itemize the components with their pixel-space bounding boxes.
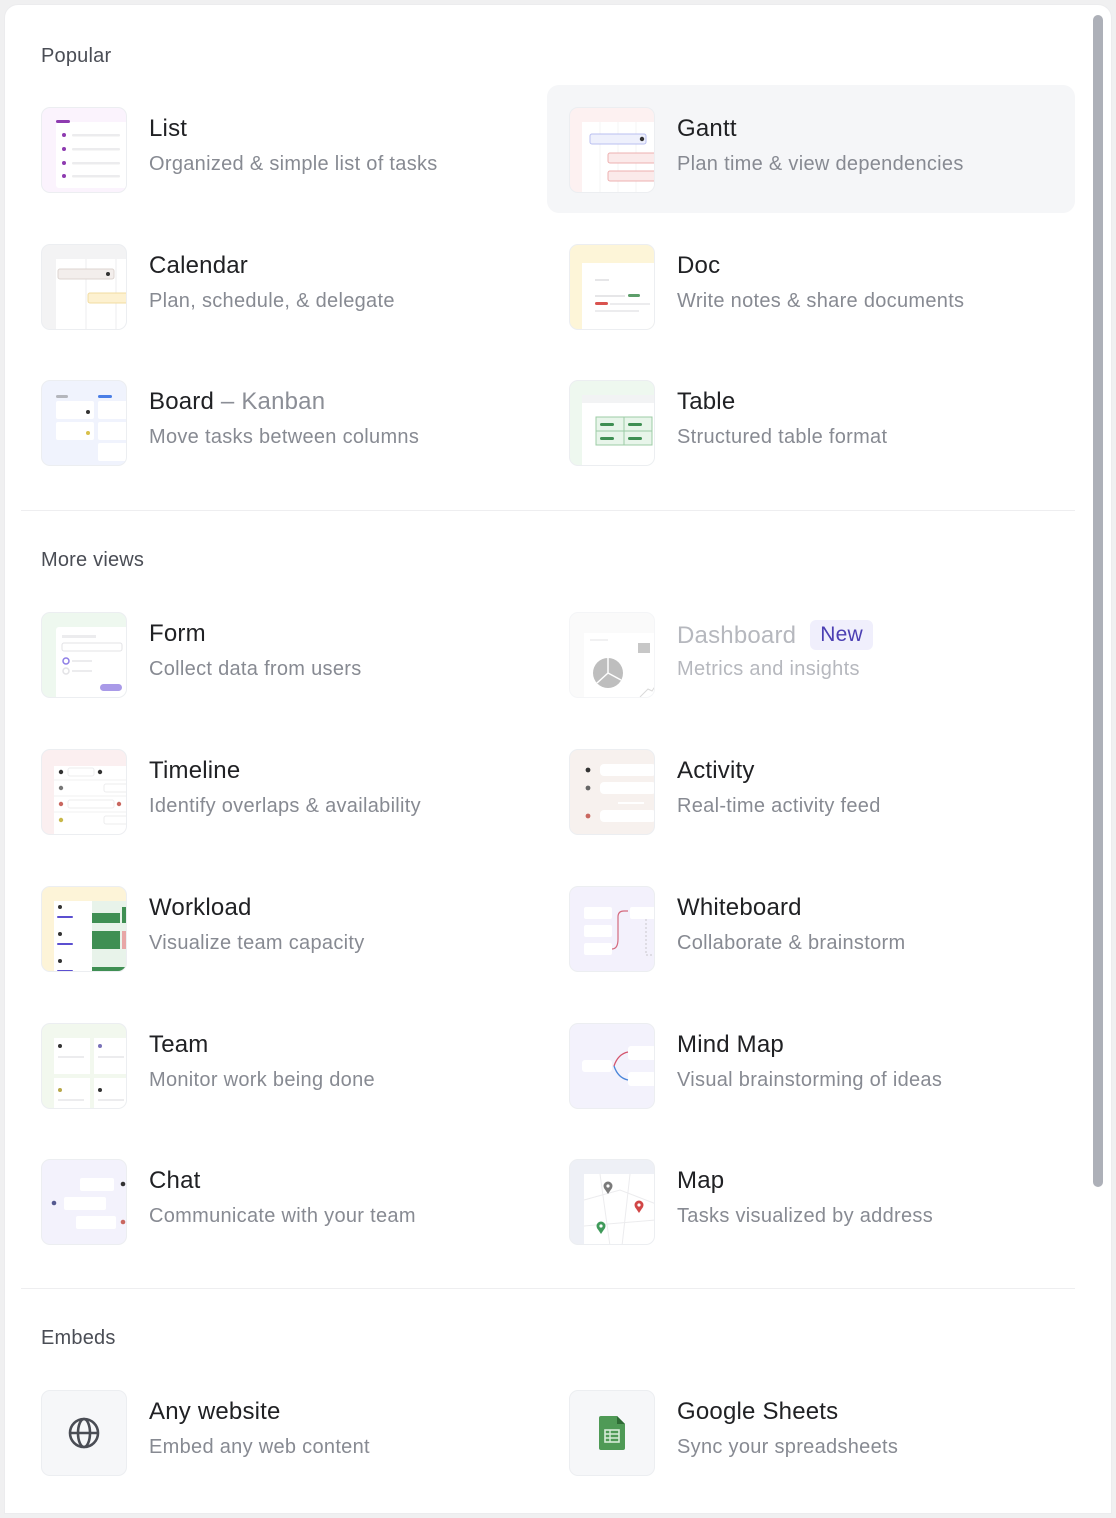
scrollbar-thumb[interactable] <box>1093 15 1103 1187</box>
doc-view-icon <box>569 244 655 330</box>
view-option-team[interactable]: Team Monitor work being done <box>41 1001 569 1129</box>
embed-option-google-sheets[interactable]: Google Sheets Sync your spreadsheets <box>547 1368 1075 1496</box>
view-option-title: Timeline <box>149 757 241 784</box>
team-view-icon <box>41 1023 127 1109</box>
section-title-embeds: Embeds <box>41 1327 116 1349</box>
view-option-title: Table <box>677 388 736 415</box>
view-option-form[interactable]: Form Collect data from users <box>41 590 569 718</box>
view-option-title-suffix: – Kanban <box>214 388 326 415</box>
view-option-title: Activity <box>677 757 755 784</box>
embed-option-desc: Embed any web content <box>149 1436 370 1458</box>
view-option-title: Calendar <box>149 252 248 279</box>
new-badge: New <box>810 620 873 650</box>
view-option-desc: Identify overlaps & availability <box>149 795 421 817</box>
view-option-desc: Move tasks between columns <box>149 426 420 448</box>
view-option-activity[interactable]: Activity Real-time activity feed <box>547 727 1075 855</box>
view-option-title: Team <box>149 1031 209 1058</box>
dashboard-view-icon <box>569 612 655 698</box>
google-sheets-icon <box>569 1390 655 1476</box>
view-option-title: Map <box>677 1167 725 1194</box>
chat-view-icon <box>41 1159 127 1245</box>
section-divider <box>21 1288 1075 1289</box>
view-picker-panel: Popular List Organized & simple list of … <box>4 4 1112 1514</box>
view-option-desc: Tasks visualized by address <box>677 1205 933 1227</box>
view-option-title: Gantt <box>677 115 737 142</box>
view-option-dashboard[interactable]: Dashboard New Metrics and insights <box>547 590 1075 718</box>
view-option-desc: Structured table format <box>677 426 888 448</box>
view-option-desc: Visualize team capacity <box>149 932 365 954</box>
view-option-doc[interactable]: Doc Write notes & share documents <box>547 222 1075 350</box>
view-option-desc: Metrics and insights <box>677 658 860 680</box>
view-option-desc: Collect data from users <box>149 658 362 680</box>
view-option-title-main: Board <box>149 388 215 415</box>
view-option-list[interactable]: List Organized & simple list of tasks <box>41 85 569 213</box>
view-option-title: Dashboard New <box>677 620 873 650</box>
view-option-title: Form <box>149 620 206 647</box>
view-option-workload[interactable]: Workload Visualize team capacity <box>41 864 569 992</box>
view-option-title: Workload <box>149 894 252 921</box>
view-option-desc: Plan time & view dependencies <box>677 153 964 175</box>
section-title-popular: Popular <box>41 45 112 67</box>
embed-option-desc: Sync your spreadsheets <box>677 1436 899 1458</box>
mind-map-view-icon <box>569 1023 655 1109</box>
view-option-desc: Plan, schedule, & delegate <box>149 290 395 312</box>
embed-option-title: Google Sheets <box>677 1398 839 1425</box>
view-option-title: Whiteboard <box>677 894 802 921</box>
view-option-desc: Collaborate & brainstorm <box>677 932 906 954</box>
view-option-title: Board – Kanban <box>149 388 325 416</box>
list-view-icon <box>41 107 127 193</box>
view-option-desc: Organized & simple list of tasks <box>149 153 438 175</box>
view-option-desc: Communicate with your team <box>149 1205 416 1227</box>
embed-option-any-website[interactable]: Any website Embed any web content <box>41 1368 569 1496</box>
embed-option-title: Any website <box>149 1398 281 1425</box>
table-view-icon <box>569 380 655 466</box>
view-option-desc: Real-time activity feed <box>677 795 881 817</box>
view-option-board[interactable]: Board – Kanban Move tasks between column… <box>41 358 569 486</box>
view-option-calendar[interactable]: Calendar Plan, schedule, & delegate <box>41 222 569 350</box>
form-view-icon <box>41 612 127 698</box>
view-option-timeline[interactable]: Timeline Identify overlaps & availabilit… <box>41 727 569 855</box>
view-option-mind-map[interactable]: Mind Map Visual brainstorming of ideas <box>547 1001 1075 1129</box>
whiteboard-view-icon <box>569 886 655 972</box>
globe-icon <box>41 1390 127 1476</box>
timeline-view-icon <box>41 749 127 835</box>
view-option-whiteboard[interactable]: Whiteboard Collaborate & brainstorm <box>547 864 1075 992</box>
view-option-desc: Visual brainstorming of ideas <box>677 1069 943 1091</box>
view-option-title: List <box>149 115 188 142</box>
calendar-view-icon <box>41 244 127 330</box>
view-option-title: Doc <box>677 252 721 279</box>
view-option-table[interactable]: Table Structured table format <box>547 358 1075 486</box>
view-option-chat[interactable]: Chat Communicate with your team <box>41 1137 569 1265</box>
view-option-desc: Write notes & share documents <box>677 290 965 312</box>
gantt-view-icon <box>569 107 655 193</box>
view-option-desc: Monitor work being done <box>149 1069 375 1091</box>
board-view-icon <box>41 380 127 466</box>
map-view-icon <box>569 1159 655 1245</box>
activity-view-icon <box>569 749 655 835</box>
view-option-title-main: Dashboard <box>677 622 797 649</box>
workload-view-icon <box>41 886 127 972</box>
view-option-title: Chat <box>149 1167 201 1194</box>
view-option-gantt[interactable]: Gantt Plan time & view dependencies <box>547 85 1075 213</box>
section-title-more-views: More views <box>41 549 145 571</box>
view-option-map[interactable]: Map Tasks visualized by address <box>547 1137 1075 1265</box>
view-option-title: Mind Map <box>677 1031 784 1058</box>
section-divider <box>21 510 1075 511</box>
